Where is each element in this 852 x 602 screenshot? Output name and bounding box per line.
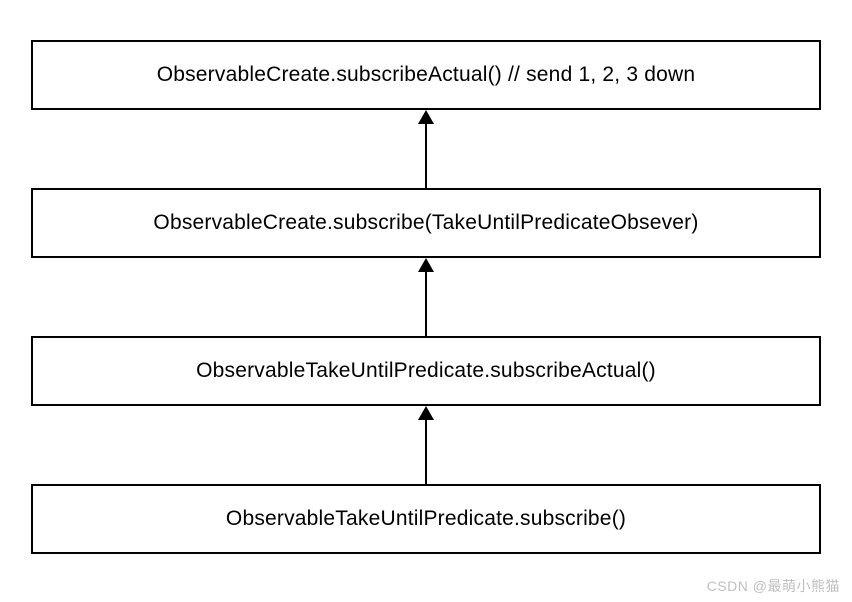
watermark-text: CSDN @最萌小熊猫 [707, 576, 840, 596]
box-label: ObservableTakeUntilPredicate.subscribeAc… [196, 359, 656, 383]
arrow-up-icon [414, 406, 438, 484]
diagram-box: ObservableCreate.subscribe(TakeUntilPred… [31, 188, 821, 258]
diagram-box: ObservableTakeUntilPredicate.subscribeAc… [31, 336, 821, 406]
diagram-box: ObservableCreate.subscribeActual() // se… [31, 40, 821, 110]
box-label: ObservableCreate.subscribeActual() // se… [157, 63, 696, 87]
arrow-up-icon [414, 258, 438, 336]
diagram-box: ObservableTakeUntilPredicate.subscribe() [31, 484, 821, 554]
box-label: ObservableCreate.subscribe(TakeUntilPred… [153, 211, 698, 235]
box-label: ObservableTakeUntilPredicate.subscribe() [226, 507, 626, 531]
arrow-up-icon [414, 110, 438, 188]
flow-diagram: ObservableCreate.subscribeActual() // se… [30, 40, 822, 554]
